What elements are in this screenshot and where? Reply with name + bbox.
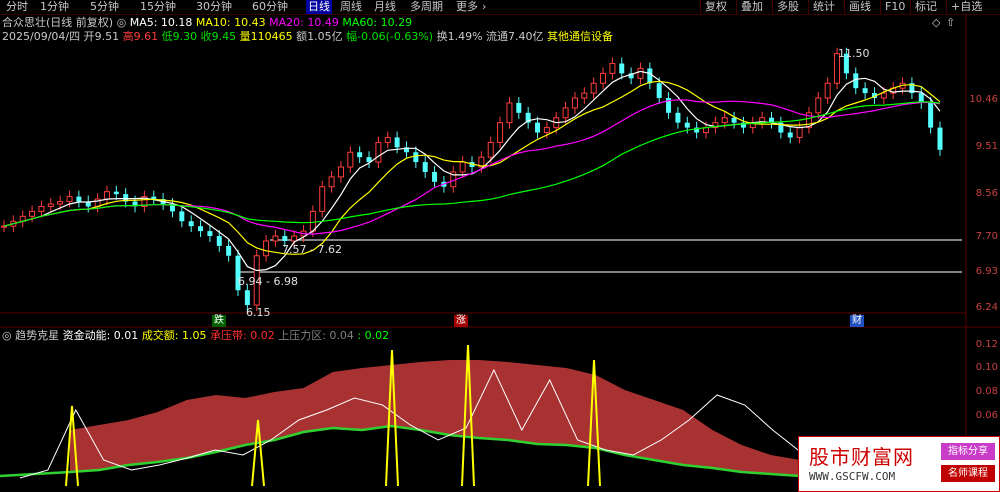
candle-body <box>815 97 822 114</box>
candle-body <box>731 117 737 123</box>
watermark-logo: 股市财富网 WWW.GSCFW.COM 指标分享 名师课程 <box>798 436 1000 492</box>
candle-body <box>47 203 54 207</box>
candle-body <box>487 141 494 158</box>
low-price-label: 6.15 <box>246 306 271 319</box>
candle-body <box>375 141 382 163</box>
candle-body <box>787 132 793 138</box>
candle-body <box>357 152 363 158</box>
candle-body <box>459 161 466 173</box>
candle-body <box>207 231 213 237</box>
candle-body <box>497 122 504 143</box>
support-band-value: 承压带: 0.02 <box>210 329 275 342</box>
candle-body <box>571 97 578 109</box>
watermark-url: WWW.GSCFW.COM <box>809 470 896 483</box>
watermark-title: 股市财富网 <box>809 445 914 469</box>
watermark-tag-course: 名师课程 <box>941 465 995 482</box>
candle-body <box>179 211 185 222</box>
candle-body <box>226 245 232 256</box>
candle-body <box>937 127 943 150</box>
candle-body <box>590 82 597 94</box>
indicator-axis-label: 0.12 <box>975 339 998 350</box>
candle-body <box>600 72 607 84</box>
candle-body <box>216 236 222 246</box>
candle-body <box>282 236 288 241</box>
kline-chart[interactable] <box>0 0 1000 491</box>
fund-energy-value: 资金动能: 0.01 <box>62 329 139 342</box>
candle-body <box>319 186 326 212</box>
candle-body <box>609 63 616 74</box>
candle-body <box>263 240 270 257</box>
candle-body <box>796 127 803 138</box>
candle-body <box>928 102 934 128</box>
candle-body <box>516 102 522 113</box>
candle-body <box>309 210 316 232</box>
candle-body <box>647 68 653 84</box>
volume-amount-value: 成交额: 1.05 <box>141 329 207 342</box>
rise-badge[interactable]: 涨 <box>454 315 468 327</box>
candle-body <box>862 88 868 94</box>
fall-badge[interactable]: 跌 <box>212 315 226 327</box>
candle-body <box>432 171 438 182</box>
candle-body <box>291 235 298 242</box>
indicator-axis-label: 0.10 <box>975 362 998 373</box>
candle-body <box>619 63 625 74</box>
candle-body <box>103 191 110 200</box>
candle-body <box>198 226 204 232</box>
candle-body <box>880 92 887 99</box>
candle-body <box>188 221 194 227</box>
indicator-info-line: ◎ 趋势克星 资金动能: 0.01 成交额: 1.05 承压带: 0.02 上压… <box>2 329 389 343</box>
candle-body <box>506 102 513 124</box>
finance-badge[interactable]: 财 <box>850 315 864 327</box>
candle-body <box>675 112 681 123</box>
candle-body <box>66 196 73 203</box>
candle-body <box>347 151 354 168</box>
candle-body <box>656 83 662 99</box>
candle-body <box>76 196 82 202</box>
candle-body <box>581 92 588 99</box>
indicator-name[interactable]: 趋势克星 <box>15 329 59 342</box>
candle-body <box>113 191 119 195</box>
candle-body <box>244 290 250 306</box>
candle-body <box>721 117 728 124</box>
watermark-tag-share: 指标分享 <box>941 443 995 460</box>
candle-body <box>637 67 644 79</box>
settings-icon[interactable]: ◎ <box>2 329 12 342</box>
candle-body <box>29 210 36 217</box>
indicator-axis-label: 0.06 <box>975 410 998 421</box>
candle-body <box>562 107 569 119</box>
candle-body <box>543 127 550 134</box>
candle-body <box>394 137 400 148</box>
extra-value: : 0.02 <box>357 329 390 342</box>
candle-body <box>337 166 344 178</box>
candle-body <box>413 152 419 163</box>
candle-body <box>38 205 45 212</box>
candle-body <box>684 122 690 128</box>
pressure-zone-value: 上压力区: 0.04 <box>278 329 354 342</box>
candle-body <box>422 162 428 172</box>
range-label-upper: 7.57 - 7.62 <box>282 243 342 256</box>
candle-body <box>57 201 64 205</box>
indicator-axis-label: 0.08 <box>975 386 998 397</box>
candle-body <box>328 176 335 188</box>
candle-body <box>272 235 279 242</box>
candle-body <box>384 136 391 143</box>
high-price-label: 11.50 <box>838 47 870 60</box>
range-label-lower: 6.94 - 6.98 <box>238 275 298 288</box>
candle-body <box>824 82 831 99</box>
candle-body <box>535 122 541 133</box>
